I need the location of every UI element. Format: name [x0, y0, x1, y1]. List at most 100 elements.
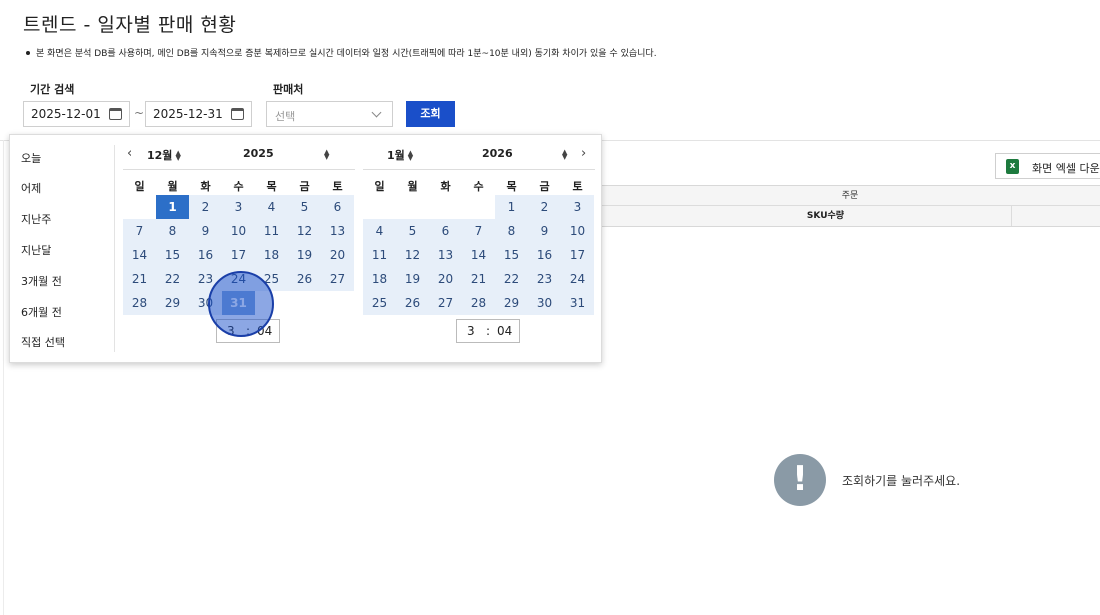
weekday-label: 금: [299, 180, 310, 193]
range-custom[interactable]: 직접 선택: [21, 334, 65, 350]
weekday-label: 금: [539, 180, 550, 193]
day-cell[interactable]: 1: [495, 195, 528, 219]
excel-download-button[interactable]: x 화면 엑셀 다운로드: [995, 153, 1100, 179]
day-cell[interactable]: 28: [462, 291, 495, 315]
weekday-label: 수: [473, 180, 484, 193]
month-select[interactable]: 1월 ▲ ▼: [387, 147, 413, 163]
weekday-row: 일월화수목금토: [123, 178, 355, 193]
day-cell[interactable]: 1: [156, 195, 189, 219]
weekday-label: 월: [407, 180, 418, 193]
day-cell[interactable]: 29: [156, 291, 189, 315]
day-cell[interactable]: 20: [429, 267, 462, 291]
day-cell[interactable]: 2: [189, 195, 222, 219]
day-cell[interactable]: 17: [222, 243, 255, 267]
day-cell[interactable]: 14: [123, 243, 156, 267]
day-cell[interactable]: 7: [123, 219, 156, 243]
day-cell[interactable]: 4: [255, 195, 288, 219]
grid-column-sku[interactable]: SKU수량: [600, 206, 1012, 226]
empty-message: 조회하기를 눌러주세요.: [842, 474, 961, 488]
calendar-icon[interactable]: [109, 108, 122, 120]
day-cell[interactable]: 22: [156, 267, 189, 291]
day-cell[interactable]: 13: [429, 243, 462, 267]
exclamation-icon: !: [774, 454, 826, 506]
calendar-icon[interactable]: [231, 108, 244, 120]
weekday-label: 화: [440, 180, 451, 193]
day-cell[interactable]: 26: [288, 267, 321, 291]
range-today[interactable]: 오늘: [21, 150, 41, 166]
day-cell[interactable]: 11: [255, 219, 288, 243]
day-cell[interactable]: 8: [156, 219, 189, 243]
month-label: 1월: [387, 149, 405, 162]
day-cell[interactable]: 5: [396, 219, 429, 243]
day-cell[interactable]: 5: [288, 195, 321, 219]
day-cell[interactable]: 12: [288, 219, 321, 243]
day-cell[interactable]: 3: [222, 195, 255, 219]
end-date-input[interactable]: 2025-12-31: [145, 101, 252, 127]
day-cell[interactable]: 14: [462, 243, 495, 267]
year-stepper[interactable]: ▲ ▼: [321, 148, 329, 161]
calendar-header: 1월 ▲ ▼ 2026 ▲ ▼ ›: [363, 146, 595, 163]
range-3-months[interactable]: 3개월 전: [21, 273, 62, 289]
day-cell[interactable]: 7: [462, 219, 495, 243]
day-cell[interactable]: 8: [495, 219, 528, 243]
day-cell[interactable]: 18: [363, 267, 396, 291]
day-cell[interactable]: 12: [396, 243, 429, 267]
day-cell[interactable]: 21: [462, 267, 495, 291]
day-cell[interactable]: 17: [561, 243, 594, 267]
start-date-value: 2025-12-01: [31, 107, 101, 121]
day-cell[interactable]: 18: [255, 243, 288, 267]
day-cell[interactable]: 15: [495, 243, 528, 267]
day-cell[interactable]: 27: [429, 291, 462, 315]
range-yesterday[interactable]: 어제: [21, 180, 41, 196]
header-divider: [363, 169, 595, 170]
time-hour: 3: [467, 324, 475, 338]
day-cell[interactable]: 6: [429, 219, 462, 243]
year-stepper[interactable]: ▲ ▼: [559, 148, 567, 161]
day-cell[interactable]: 21: [123, 267, 156, 291]
chevron-left-icon[interactable]: ‹: [127, 146, 132, 161]
start-date-input[interactable]: 2025-12-01: [23, 101, 130, 127]
header-divider: [123, 169, 355, 170]
grid-header: 주문 SKU수량: [600, 185, 1100, 227]
seller-placeholder: 선택: [275, 110, 296, 123]
day-cell[interactable]: 6: [321, 195, 354, 219]
day-cell[interactable]: 20: [321, 243, 354, 267]
day-cell[interactable]: 24: [561, 267, 594, 291]
day-cell[interactable]: 31: [561, 291, 594, 315]
day-cell[interactable]: 9: [528, 219, 561, 243]
day-cell[interactable]: 28: [123, 291, 156, 315]
updown-icon: ▲ ▼: [407, 149, 414, 162]
chevron-right-icon[interactable]: ›: [581, 146, 586, 161]
day-cell[interactable]: 23: [528, 267, 561, 291]
day-cell[interactable]: 9: [189, 219, 222, 243]
day-cell[interactable]: 16: [189, 243, 222, 267]
weekday-label: 일: [134, 180, 145, 193]
day-cell[interactable]: 10: [222, 219, 255, 243]
day-cell[interactable]: 2: [528, 195, 561, 219]
month-label: 12월: [147, 149, 173, 162]
day-cell[interactable]: 11: [363, 243, 396, 267]
time-input[interactable]: 3 : 04: [456, 319, 520, 343]
touch-indicator: [208, 271, 274, 337]
day-cell[interactable]: 3: [561, 195, 594, 219]
range-last-week[interactable]: 지난주: [21, 211, 51, 227]
weekday-row: 일월화수목금토: [363, 178, 595, 193]
day-cell[interactable]: 26: [396, 291, 429, 315]
day-cell[interactable]: 10: [561, 219, 594, 243]
day-cell[interactable]: 4: [363, 219, 396, 243]
day-cell[interactable]: 15: [156, 243, 189, 267]
day-cell[interactable]: 13: [321, 219, 354, 243]
month-select[interactable]: 12월 ▲ ▼: [147, 147, 181, 163]
search-button[interactable]: 조회: [406, 101, 455, 127]
day-cell[interactable]: 22: [495, 267, 528, 291]
day-cell[interactable]: 25: [363, 291, 396, 315]
day-cell[interactable]: 16: [528, 243, 561, 267]
seller-select[interactable]: 선택: [266, 101, 393, 127]
day-cell[interactable]: 30: [528, 291, 561, 315]
range-6-months[interactable]: 6개월 전: [21, 304, 62, 320]
day-cell[interactable]: 19: [396, 267, 429, 291]
day-cell[interactable]: 27: [321, 267, 354, 291]
day-cell[interactable]: 19: [288, 243, 321, 267]
day-cell[interactable]: 29: [495, 291, 528, 315]
range-last-month[interactable]: 지난달: [21, 242, 51, 258]
